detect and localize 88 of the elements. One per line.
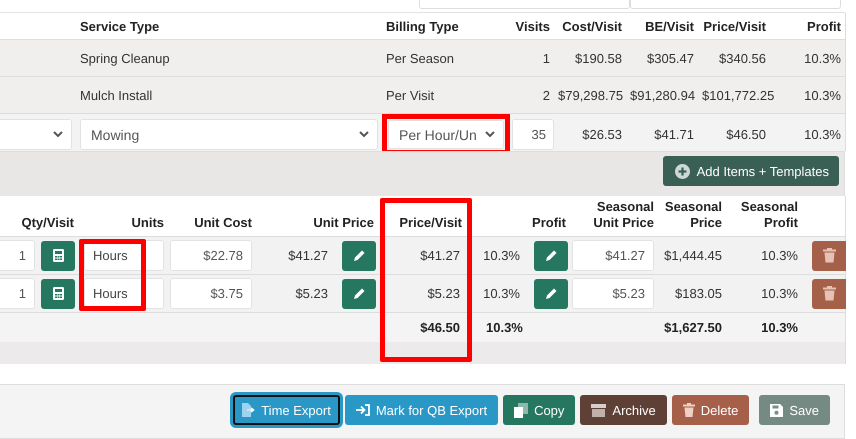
action-button[interactable]: Save [759,395,830,425]
quantity-field[interactable]: 1 [0,240,35,271]
table-cell: $340.56 [719,50,766,66]
column-header: Units [132,215,164,231]
quantity-field[interactable]: 1 [0,278,35,309]
edit-button[interactable] [342,240,376,270]
plus-circle-icon [674,164,690,178]
table-cell: 10.3% [761,248,798,263]
table-cell: $5.23 [427,286,460,301]
pencil-icon [544,287,558,300]
table-cell: $46.50 [726,127,766,142]
sign-in-arrow-icon [356,404,370,416]
price-field[interactable]: $22.78 [170,240,252,271]
table-cell: $101,772.25 [702,88,774,102]
table-cell: 10.3% [804,88,841,102]
action-button[interactable]: Archive [580,395,667,425]
table-cell: 1 [542,50,550,66]
table-cell: 10.3% [761,286,798,301]
table-cell: Spring Cleanup [80,50,170,66]
table-cell: $41.27 [420,248,460,263]
total-cell: $1,627.50 [664,320,722,335]
table-cell-text: 10.3% [482,248,521,263]
table-cell: $305.47 [647,50,694,66]
table-cell: $1,444.45 [664,248,722,263]
chevron-down-icon [53,131,63,138]
column-header: Visits [516,18,550,34]
total-cell: 10.3% [761,320,798,335]
table-cell: $26.53 [582,127,622,142]
table-cell-text: $5.23 [294,286,329,301]
table-cell: $190.58 [575,50,622,66]
select-field[interactable]: Mowing [80,119,378,150]
table-cell: $79,298.75 [558,88,624,102]
column-header: Qty/Visit [21,215,74,231]
calculator-button[interactable] [41,278,75,308]
table-cell-text: $41.27 [287,248,329,263]
pencil-icon [352,249,366,262]
column-header: Unit Cost [194,215,252,231]
table-cell: Per Season [386,50,454,66]
calculator-icon [52,287,64,300]
price-field[interactable]: $41.27 [572,240,654,271]
delete-button[interactable] [812,240,846,270]
trash-icon [822,286,836,301]
price-field[interactable]: $5.23 [572,278,654,309]
archive-box-icon [591,404,606,416]
table-cell: 2 [542,88,550,102]
table-cell: $41.71 [654,127,694,142]
table-cell-text: 10.3% [482,286,521,301]
column-header: BE/Visit [645,18,694,34]
column-header: Price/Visit [703,18,766,34]
file-export-icon [241,403,256,417]
price-field[interactable]: $3.75 [170,278,252,309]
table-cell: $91,280.94 [630,88,696,102]
pencil-icon [352,287,366,300]
calculator-icon [52,249,64,262]
table-cell: Per Visit [386,88,434,102]
edit-button[interactable] [342,278,376,308]
pencil-icon [544,249,558,262]
delete-button[interactable] [812,278,846,308]
column-header: Profit [532,215,566,231]
column-header: Seasonal Profit [740,199,798,231]
column-header: Unit Price [313,215,374,231]
visits-field[interactable]: 35 [512,119,554,150]
chevron-down-icon [359,131,369,138]
column-header: Cost/Visit [562,18,622,34]
select-field[interactable] [0,119,72,150]
action-button[interactable]: Copy [503,395,576,425]
action-button[interactable]: Delete [672,395,750,425]
select-field[interactable]: Per Hour/Un [388,120,504,149]
copy-icon [514,402,528,418]
column-header: Price/Visit [399,215,462,231]
chevron-down-icon [485,131,495,138]
table-cell: Mulch Install [80,88,152,102]
trash-icon [682,403,695,417]
total-cell: $46.50 [420,320,460,335]
edit-button[interactable] [534,278,568,308]
table-cell: 10.3% [804,50,841,66]
column-header: Seasonal Price [664,199,722,231]
table-cell: 10.3% [804,127,841,142]
column-header: Profit [807,18,841,34]
trash-icon [822,248,836,263]
table-cell: $183.05 [675,286,722,301]
column-header: Service Type [80,18,160,34]
column-header: Billing Type [386,18,459,34]
column-header: Seasonal Unit Price [592,199,654,231]
edit-button[interactable] [534,240,568,270]
calculator-button[interactable] [41,240,75,270]
total-cell: 10.3% [486,320,523,335]
add-items-templates-button[interactable]: Add Items + Templates [662,156,839,186]
